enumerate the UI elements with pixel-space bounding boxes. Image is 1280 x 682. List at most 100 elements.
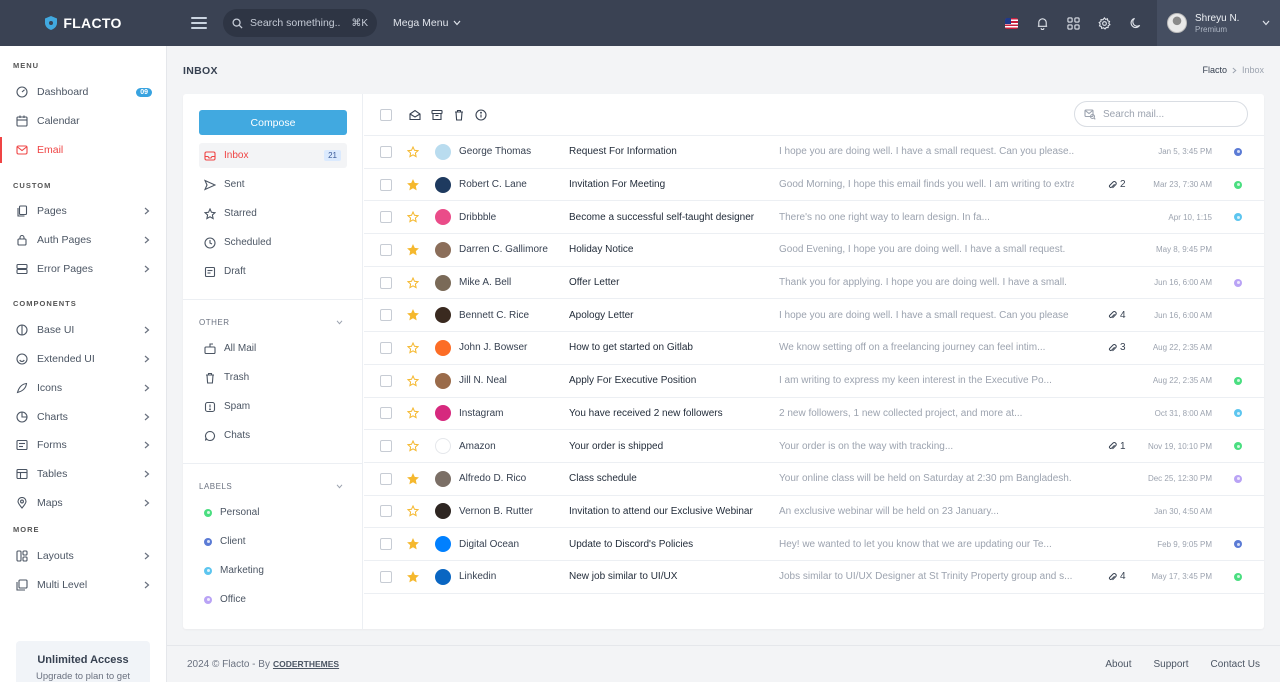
label-client[interactable]: Client (199, 529, 347, 554)
sidebar-item-extended-ui[interactable]: Extended UI (0, 346, 166, 372)
sidebar-item-charts[interactable]: Charts (0, 404, 166, 430)
mail-search-input[interactable]: Search mail... (1074, 101, 1248, 127)
email-row-checkbox[interactable] (380, 374, 392, 387)
moon-icon[interactable] (1127, 15, 1143, 31)
sidebar-item-base-ui[interactable]: Base UI (0, 317, 166, 343)
star-filled-icon[interactable] (407, 178, 419, 191)
archive-icon[interactable] (431, 109, 443, 121)
folder-spam[interactable]: Spam (199, 394, 347, 419)
star-outline-icon[interactable] (406, 407, 420, 419)
email-row-checkbox[interactable] (380, 407, 392, 420)
folder-all-mail[interactable]: All Mail (199, 336, 347, 361)
star-outline-icon[interactable] (406, 439, 420, 452)
email-row-checkbox[interactable] (380, 472, 392, 485)
star-filled-icon[interactable] (407, 570, 419, 583)
email-row-checkbox[interactable] (380, 309, 392, 322)
menu-toggle-icon[interactable] (191, 15, 207, 31)
email-row-checkbox[interactable] (380, 440, 392, 453)
other-group-title[interactable]: OTHER (199, 318, 347, 327)
sidebar-item-maps[interactable]: Maps (0, 490, 166, 516)
email-row-checkbox[interactable] (380, 243, 392, 256)
email-row[interactable]: John J. Bowser How to get started on Gitl… (364, 332, 1264, 365)
folder-chats[interactable]: Chats (199, 423, 347, 448)
compose-button[interactable]: Compose (199, 110, 347, 135)
star-filled-icon[interactable] (407, 538, 419, 550)
star-filled-icon[interactable] (407, 243, 419, 256)
star-outline-icon[interactable] (406, 341, 420, 354)
language-flag-icon[interactable] (1003, 15, 1019, 31)
email-row[interactable]: Bennett C. Rice Apology Letter I hope you … (364, 299, 1264, 333)
email-row-checkbox[interactable] (380, 505, 392, 518)
sidebar-item-multi-level[interactable]: Multi Level (0, 572, 166, 598)
email-row[interactable]: Mike A. Bell Offer Letter Thank you for ap… (364, 267, 1264, 300)
folder-scheduled[interactable]: Scheduled (199, 230, 347, 255)
labels-group-title[interactable]: LABELS (199, 482, 347, 491)
sidebar-item-layouts[interactable]: Layouts (0, 543, 166, 569)
folder-sent[interactable]: Sent (199, 172, 347, 197)
email-row[interactable]: Jill N. Neal Apply For Executive Position… (364, 365, 1264, 398)
email-row-checkbox[interactable] (380, 341, 392, 354)
star-outline-icon[interactable] (406, 505, 420, 517)
mega-menu[interactable]: Mega Menu (393, 17, 461, 29)
star-outline-icon[interactable] (406, 276, 420, 289)
sidebar-item-email[interactable]: Email (0, 137, 166, 163)
label-marketing[interactable]: Marketing (199, 558, 347, 583)
email-row[interactable]: Instagram You have received 2 new followe… (364, 398, 1264, 431)
sidebar-item-tables[interactable]: Tables (0, 461, 166, 487)
email-row-checkbox[interactable] (380, 276, 392, 289)
sidebar-item-pages[interactable]: Pages (0, 198, 166, 224)
brand-logo[interactable]: FLACTO (0, 0, 167, 46)
upgrade-promo[interactable]: Unlimited Access Upgrade to plan to get (16, 641, 150, 682)
email-row[interactable]: Darren C. Gallimore Holiday Notice Good Ev… (364, 234, 1264, 267)
breadcrumb-home[interactable]: Flacto (1202, 65, 1227, 75)
email-row[interactable]: Alfredo D. Rico Class schedule Your online… (364, 463, 1264, 496)
sidebar-item-dashboard[interactable]: Dashboard 09 (0, 79, 166, 105)
sidebar-item-icons[interactable]: Icons (0, 375, 166, 401)
email-row[interactable]: Robert C. Lane Invitation For Meeting Good… (364, 169, 1264, 202)
label-personal[interactable]: Personal (199, 500, 347, 525)
email-row-checkbox[interactable] (380, 211, 392, 224)
email-row[interactable]: Vernon B. Rutter Invitation to attend our… (364, 496, 1264, 529)
folder-starred[interactable]: Starred (199, 201, 347, 226)
email-row-checkbox[interactable] (380, 538, 392, 551)
sidebar-item-auth-pages[interactable]: Auth Pages (0, 227, 166, 253)
sidebar-item-forms[interactable]: Forms (0, 432, 166, 458)
select-all-checkbox[interactable] (380, 108, 392, 121)
star-outline-icon[interactable] (406, 145, 420, 158)
email-row[interactable]: Dribbble Become a successful self-taught … (364, 201, 1264, 235)
label-office[interactable]: Office (199, 587, 347, 612)
sidebar-item-label: Calendar (37, 115, 80, 127)
trash-icon[interactable] (453, 109, 465, 121)
star-filled-icon[interactable] (407, 309, 419, 321)
bell-icon[interactable] (1034, 15, 1050, 31)
apps-grid-icon[interactable] (1065, 15, 1081, 31)
email-row-checkbox[interactable] (380, 570, 392, 583)
chevron-right-icon (144, 326, 150, 334)
star-filled-icon[interactable] (407, 472, 419, 485)
sidebar-item-error-pages[interactable]: Error Pages (0, 256, 166, 282)
folder-draft[interactable]: Draft (199, 259, 347, 284)
folder-inbox[interactable]: Inbox 21 (199, 143, 347, 168)
email-row-checkbox[interactable] (380, 145, 392, 158)
folder-trash[interactable]: Trash (199, 365, 347, 390)
user-menu[interactable]: Shreyu N. Premium (1157, 0, 1280, 46)
info-icon[interactable] (475, 108, 487, 121)
inbox-count: 21 (324, 150, 341, 161)
email-preview: Thank you for applying. I hope you are d… (779, 277, 1067, 289)
gear-icon[interactable] (1096, 15, 1112, 31)
email-row-checkbox[interactable] (380, 178, 392, 191)
mark-read-icon[interactable] (409, 109, 421, 121)
email-row[interactable]: Linkedin New job similar to UI/UX Jobs sim… (364, 561, 1264, 594)
sidebar-item-calendar[interactable]: Calendar (0, 108, 166, 134)
footer-link-contact[interactable]: Contact Us (1211, 659, 1260, 670)
footer-link-support[interactable]: Support (1154, 659, 1189, 670)
star-outline-icon[interactable] (406, 374, 420, 387)
star-outline-icon[interactable] (406, 211, 420, 223)
email-row[interactable]: Amazon Your order is shipped Your order is… (364, 430, 1264, 463)
email-row[interactable]: George Thomas Request For Information I ho… (364, 136, 1264, 169)
footer-brand-link[interactable]: CODERTHEMES (273, 659, 339, 669)
email-row[interactable]: Digital Ocean Update to Discord's Policie… (364, 528, 1264, 561)
global-search[interactable]: Search something.. ⌘K (223, 9, 377, 37)
footer-link-about[interactable]: About (1105, 659, 1131, 670)
folder-label: Inbox (224, 150, 249, 161)
